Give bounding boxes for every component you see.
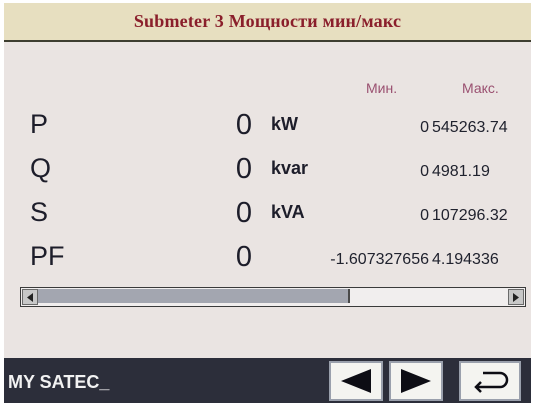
left-arrow-icon xyxy=(341,369,371,393)
scrollbar-thumb[interactable] xyxy=(38,289,350,303)
row-label: S xyxy=(30,197,49,227)
row-min: 0 xyxy=(420,119,429,136)
row-max: 545263.74 xyxy=(432,119,508,136)
horizontal-scrollbar[interactable] xyxy=(20,287,526,307)
row-min: -1.607327656 xyxy=(330,251,429,268)
status-text: MY SATEC_ xyxy=(8,372,110,392)
row-label: Q xyxy=(30,153,52,183)
page-title: Submeter 3 Мощности мин/макс xyxy=(133,11,402,31)
scroll-right-button[interactable] xyxy=(508,289,524,305)
prev-button[interactable] xyxy=(329,361,383,401)
row-value: 0 xyxy=(235,153,252,185)
row-value: 0 xyxy=(235,241,252,273)
row-unit: kVA xyxy=(271,202,305,222)
row-value: 0 xyxy=(235,109,252,141)
measurement-row-pf: PF 0 -1.607327656 4.194336 xyxy=(4,241,531,275)
row-label: PF xyxy=(30,241,65,271)
scroll-left-button[interactable] xyxy=(22,289,38,305)
measurement-row-p: P 0 kW 0 545263.74 xyxy=(4,109,531,143)
row-max: 4.194336 xyxy=(432,251,499,268)
device-screen: Submeter 3 Мощности мин/макс Мин. Макс. … xyxy=(4,3,531,403)
scroll-right-icon xyxy=(513,292,519,302)
column-header-min: Мин. xyxy=(366,80,398,96)
return-button[interactable] xyxy=(459,361,521,401)
row-max: 107296.32 xyxy=(432,207,508,224)
return-icon xyxy=(474,371,509,393)
scroll-left-icon xyxy=(27,292,33,302)
column-header-max: Макс. xyxy=(462,80,499,96)
measurement-row-q: Q 0 kvar 0 4981.19 xyxy=(4,153,531,187)
bottom-bar: MY SATEC_ xyxy=(4,358,531,403)
row-unit: kW xyxy=(271,114,298,134)
next-button[interactable] xyxy=(389,361,443,401)
row-label: P xyxy=(30,109,49,139)
measurement-row-s: S 0 kVA 0 107296.32 xyxy=(4,197,531,231)
row-min: 0 xyxy=(420,163,429,180)
right-arrow-icon xyxy=(401,369,431,393)
title-bar: Submeter 3 Мощности мин/макс xyxy=(4,3,531,42)
row-value: 0 xyxy=(235,197,252,229)
row-min: 0 xyxy=(420,207,429,224)
row-max: 4981.19 xyxy=(432,163,490,180)
row-unit: kvar xyxy=(271,158,309,178)
